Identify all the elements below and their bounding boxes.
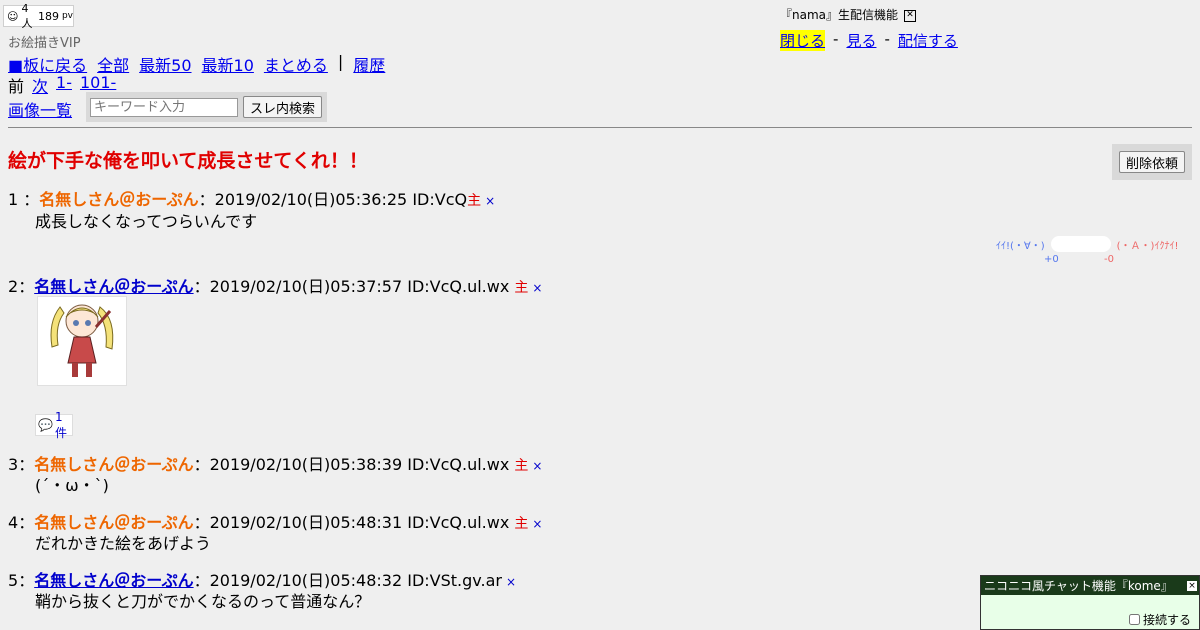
- latest50-link[interactable]: 最新50: [139, 52, 191, 76]
- post-sep: ：: [18, 513, 35, 532]
- nav-separator: |: [337, 52, 344, 71]
- delete-request-button[interactable]: 削除依頼: [1118, 151, 1185, 173]
- poster-name-link[interactable]: 名無しさん＠おーぷん: [34, 277, 193, 296]
- chat-title: ニコニコ風チャット機能『kome』: [984, 579, 1173, 593]
- post-number: 5: [8, 571, 19, 590]
- summary-link[interactable]: まとめる: [264, 52, 328, 76]
- hide-post-icon[interactable]: ×: [532, 281, 542, 295]
- speech-bubble-icon: 💬: [38, 418, 53, 432]
- vote-good-button[interactable]: ｲｲ!(・∀・): [996, 237, 1045, 252]
- post-number: 3: [8, 455, 19, 474]
- post-sep: ：: [18, 455, 35, 474]
- vote-minus-count: -0: [1104, 254, 1114, 265]
- post-date-id: ：2019/02/10(日)05:37:57 ID:VcQ.ul.wx: [193, 277, 510, 296]
- post-body: (´・ω・`): [35, 476, 109, 495]
- poster-name: 名無しさん＠おーぷん: [39, 190, 199, 209]
- post-number: 1: [8, 190, 19, 209]
- hide-post-icon[interactable]: ×: [485, 194, 495, 208]
- chat-close-icon[interactable]: ×: [1187, 580, 1197, 591]
- post-header: 2：名無しさん＠おーぷん：2019/02/10(日)05:37:57 ID:Vc…: [8, 273, 542, 297]
- owner-mark: 主: [514, 516, 529, 532]
- post-date-id: ：2019/02/10(日)05:48:31 ID:VcQ.ul.wx: [193, 513, 510, 532]
- history-link[interactable]: 履歴: [353, 52, 385, 76]
- viewer-count: 4人: [21, 1, 33, 30]
- post-header: 1 ：名無しさん＠おーぷん：2019/02/10(日)05:36:25 ID:V…: [8, 186, 495, 210]
- search-input[interactable]: [90, 97, 238, 117]
- hide-post-icon[interactable]: ×: [532, 459, 542, 473]
- board-name: お絵描きVIP: [8, 36, 81, 51]
- vote-plus-count: +0: [1044, 254, 1059, 265]
- reply-count: 1件: [54, 409, 67, 440]
- post-image-thumbnail[interactable]: [37, 296, 127, 386]
- viewers-icon: ☺: [7, 9, 19, 23]
- thread-title: 絵が下手な俺を叩いて成長させてくれ！！: [8, 150, 368, 172]
- nama-watch-link[interactable]: 見る: [846, 30, 876, 51]
- post-body: だれかきた絵をあげよう: [35, 534, 212, 553]
- nama-broadcast-link[interactable]: 配信する: [898, 30, 958, 51]
- vote-bar: [1050, 236, 1111, 252]
- post-date-id: ：2019/02/10(日)05:36:25 ID:VcQ: [198, 190, 468, 209]
- post-body: 成長しなくなってつらいんです: [35, 212, 258, 231]
- nama-links: 閉じる - 見る - 配信する: [780, 30, 958, 51]
- chat-connect-toggle[interactable]: 接続する: [1128, 611, 1191, 628]
- post-sep: ：: [23, 190, 40, 209]
- range-1-link[interactable]: 1-: [56, 73, 72, 97]
- prev-label: 前: [8, 77, 25, 96]
- owner-mark: 主: [514, 280, 529, 296]
- nama-panel-title: 『nama』生配信機能 ✕: [780, 6, 917, 23]
- chat-connect-label: 接続する: [1142, 613, 1191, 627]
- divider: [8, 127, 1192, 128]
- anime-character-drawing: [50, 304, 114, 377]
- search-button[interactable]: スレ内検索: [243, 96, 323, 118]
- owner-mark: 主: [467, 193, 482, 209]
- owner-mark: 主: [514, 458, 529, 474]
- nama-title: 『nama』生配信機能: [780, 8, 899, 22]
- chat-connect-checkbox[interactable]: [1128, 614, 1140, 625]
- next-link[interactable]: 次: [32, 73, 48, 97]
- vote-widget: ｲｲ!(・∀・) (・Ａ・)ｲｸﾅｲ!: [996, 236, 1178, 252]
- nama-close-link[interactable]: 閉じる: [780, 30, 826, 51]
- thread-search-box: スレ内検索: [86, 92, 327, 122]
- post-sep: ：: [18, 571, 35, 590]
- page-view-count: 189: [37, 9, 59, 23]
- post-body: 鞘から抜くと刀がでかくなるのって普通なん？: [35, 592, 371, 611]
- nama-dash: -: [833, 30, 839, 48]
- nama-dash: -: [884, 30, 890, 48]
- nama-close-icon[interactable]: ✕: [904, 9, 917, 22]
- post-date-id: ：2019/02/10(日)05:38:39 ID:VcQ.ul.wx: [193, 455, 510, 474]
- hide-post-icon[interactable]: ×: [532, 517, 542, 531]
- image-list-link[interactable]: 画像一覧: [8, 101, 72, 120]
- viewer-stats-badge: ☺ 4人 189 pv: [3, 2, 74, 30]
- post-sep: ：: [18, 277, 35, 296]
- chat-title-bar: ニコニコ風チャット機能『kome』 ×: [981, 576, 1199, 595]
- latest10-link[interactable]: 最新10: [202, 52, 254, 76]
- delete-request-box: 削除依頼: [1112, 144, 1192, 180]
- kome-chat-panel: ニコニコ風チャット機能『kome』 × 接続する: [980, 575, 1200, 630]
- post-number: 4: [8, 513, 19, 532]
- vote-bad-button[interactable]: (・Ａ・)ｲｸﾅｲ!: [1117, 237, 1179, 252]
- post-number: 2: [8, 277, 19, 296]
- page-view-unit: pv: [61, 11, 73, 21]
- hide-post-icon[interactable]: ×: [506, 575, 516, 589]
- reply-count-badge[interactable]: 💬 1件: [35, 410, 73, 440]
